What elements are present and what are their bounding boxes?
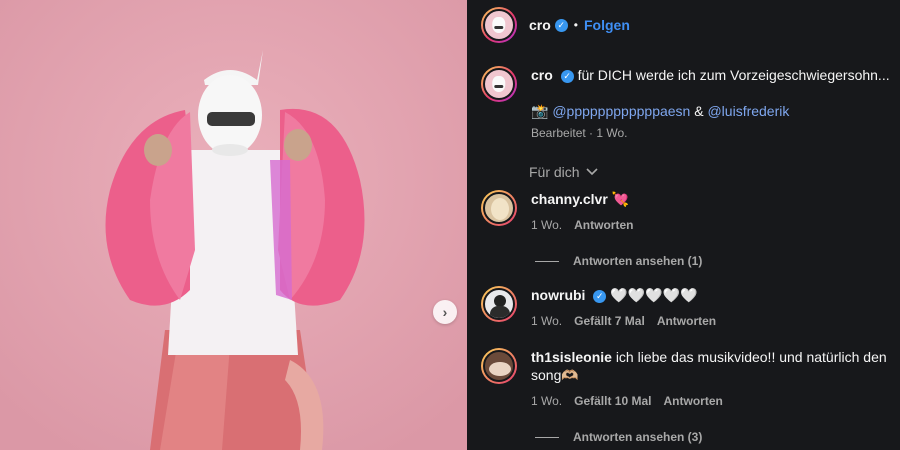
comment-meta: 1 Wo. Antworten bbox=[531, 218, 891, 232]
chevron-down-icon bbox=[586, 168, 598, 176]
caption-tags: 📸 @ppppppppppppaesn & @luisfrederik bbox=[531, 102, 891, 120]
commenter-avatar[interactable] bbox=[481, 348, 517, 384]
comment-message: 🤍🤍🤍🤍🤍 bbox=[610, 287, 698, 303]
reply-button[interactable]: Antworten bbox=[574, 218, 633, 232]
comment-time: 1 Wo. bbox=[531, 314, 563, 328]
comment-body: th1sisleonie ich liebe das musikvideo!! … bbox=[531, 348, 891, 408]
view-replies-label: Antworten ansehen (1) bbox=[573, 254, 703, 268]
comment-username[interactable]: channy.clvr bbox=[531, 191, 608, 207]
caption-body: cro ✓ für DICH werde ich zum Vorzeigesch… bbox=[531, 66, 891, 140]
author-avatar[interactable] bbox=[481, 7, 517, 43]
commenter-avatar[interactable] bbox=[481, 190, 517, 226]
commenter-avatar[interactable] bbox=[481, 286, 517, 322]
comment-text: th1sisleonie ich liebe das musikvideo!! … bbox=[531, 348, 891, 384]
comment-username[interactable]: th1sisleonie bbox=[531, 349, 612, 365]
follow-button[interactable]: Folgen bbox=[584, 17, 630, 33]
comment-meta: 1 Wo. Gefällt 7 Mal Antworten bbox=[531, 314, 891, 328]
comment-body: nowrubi ✓ 🤍🤍🤍🤍🤍 1 Wo. Gefällt 7 Mal Antw… bbox=[531, 286, 891, 328]
reply-button[interactable]: Antworten bbox=[657, 314, 716, 328]
reply-button[interactable]: Antworten bbox=[664, 394, 723, 408]
comment-message: 💘 bbox=[611, 191, 630, 207]
comment-likes[interactable]: Gefällt 7 Mal bbox=[574, 314, 645, 328]
verified-badge-icon: ✓ bbox=[560, 69, 574, 83]
post-photo-illustration bbox=[0, 0, 467, 450]
replies-divider bbox=[535, 260, 559, 262]
post-image[interactable]: › bbox=[0, 0, 467, 450]
separator-dot: • bbox=[573, 18, 578, 32]
camera-icon: 📸 bbox=[531, 103, 549, 119]
comment-sort-dropdown[interactable]: Für dich bbox=[529, 164, 598, 180]
verified-badge-icon: ✓ bbox=[593, 289, 607, 303]
replies-divider bbox=[535, 436, 559, 438]
comments-panel: cro ✓ • Folgen cro ✓ für DICH werde ich … bbox=[467, 0, 900, 450]
caption-author-avatar[interactable] bbox=[481, 66, 517, 102]
caption-text: cro ✓ für DICH werde ich zum Vorzeigesch… bbox=[531, 66, 891, 84]
view-replies-label: Antworten ansehen (3) bbox=[573, 430, 703, 444]
comment-time: 1 Wo. bbox=[531, 218, 563, 232]
comment-body: channy.clvr 💘 1 Wo. Antworten bbox=[531, 190, 891, 232]
comment-item: th1sisleonie ich liebe das musikvideo!! … bbox=[481, 348, 891, 408]
comment-text: nowrubi ✓ 🤍🤍🤍🤍🤍 bbox=[531, 286, 891, 304]
comment-time: 1 Wo. bbox=[531, 394, 563, 408]
caption-message: für DICH werde ich zum Vorzeigeschwieger… bbox=[577, 67, 890, 83]
sort-label: Für dich bbox=[529, 164, 580, 180]
mention-link-2[interactable]: @luisfrederik bbox=[707, 103, 789, 119]
caption-author-username[interactable]: cro bbox=[531, 67, 553, 83]
comment-text: channy.clvr 💘 bbox=[531, 190, 891, 208]
author-username[interactable]: cro bbox=[529, 17, 551, 33]
comment-username[interactable]: nowrubi bbox=[531, 287, 585, 303]
caption-meta: Bearbeitet · 1 Wo. bbox=[531, 126, 628, 140]
mention-link-1[interactable]: @ppppppppppppaesn bbox=[552, 103, 690, 119]
comment-likes[interactable]: Gefällt 10 Mal bbox=[574, 394, 651, 408]
post-header: cro ✓ • Folgen bbox=[467, 0, 900, 50]
view-replies-button[interactable]: Antworten ansehen (1) bbox=[535, 254, 702, 268]
next-image-button[interactable]: › bbox=[433, 300, 457, 324]
comment-item: nowrubi ✓ 🤍🤍🤍🤍🤍 1 Wo. Gefällt 7 Mal Antw… bbox=[481, 286, 891, 328]
ampersand: & bbox=[694, 103, 704, 119]
comment-meta: 1 Wo. Gefällt 10 Mal Antworten bbox=[531, 394, 891, 408]
verified-badge-icon: ✓ bbox=[554, 18, 568, 32]
view-replies-button[interactable]: Antworten ansehen (3) bbox=[535, 430, 702, 444]
post-caption: cro ✓ für DICH werde ich zum Vorzeigesch… bbox=[481, 66, 891, 140]
comment-item: channy.clvr 💘 1 Wo. Antworten bbox=[481, 190, 891, 232]
